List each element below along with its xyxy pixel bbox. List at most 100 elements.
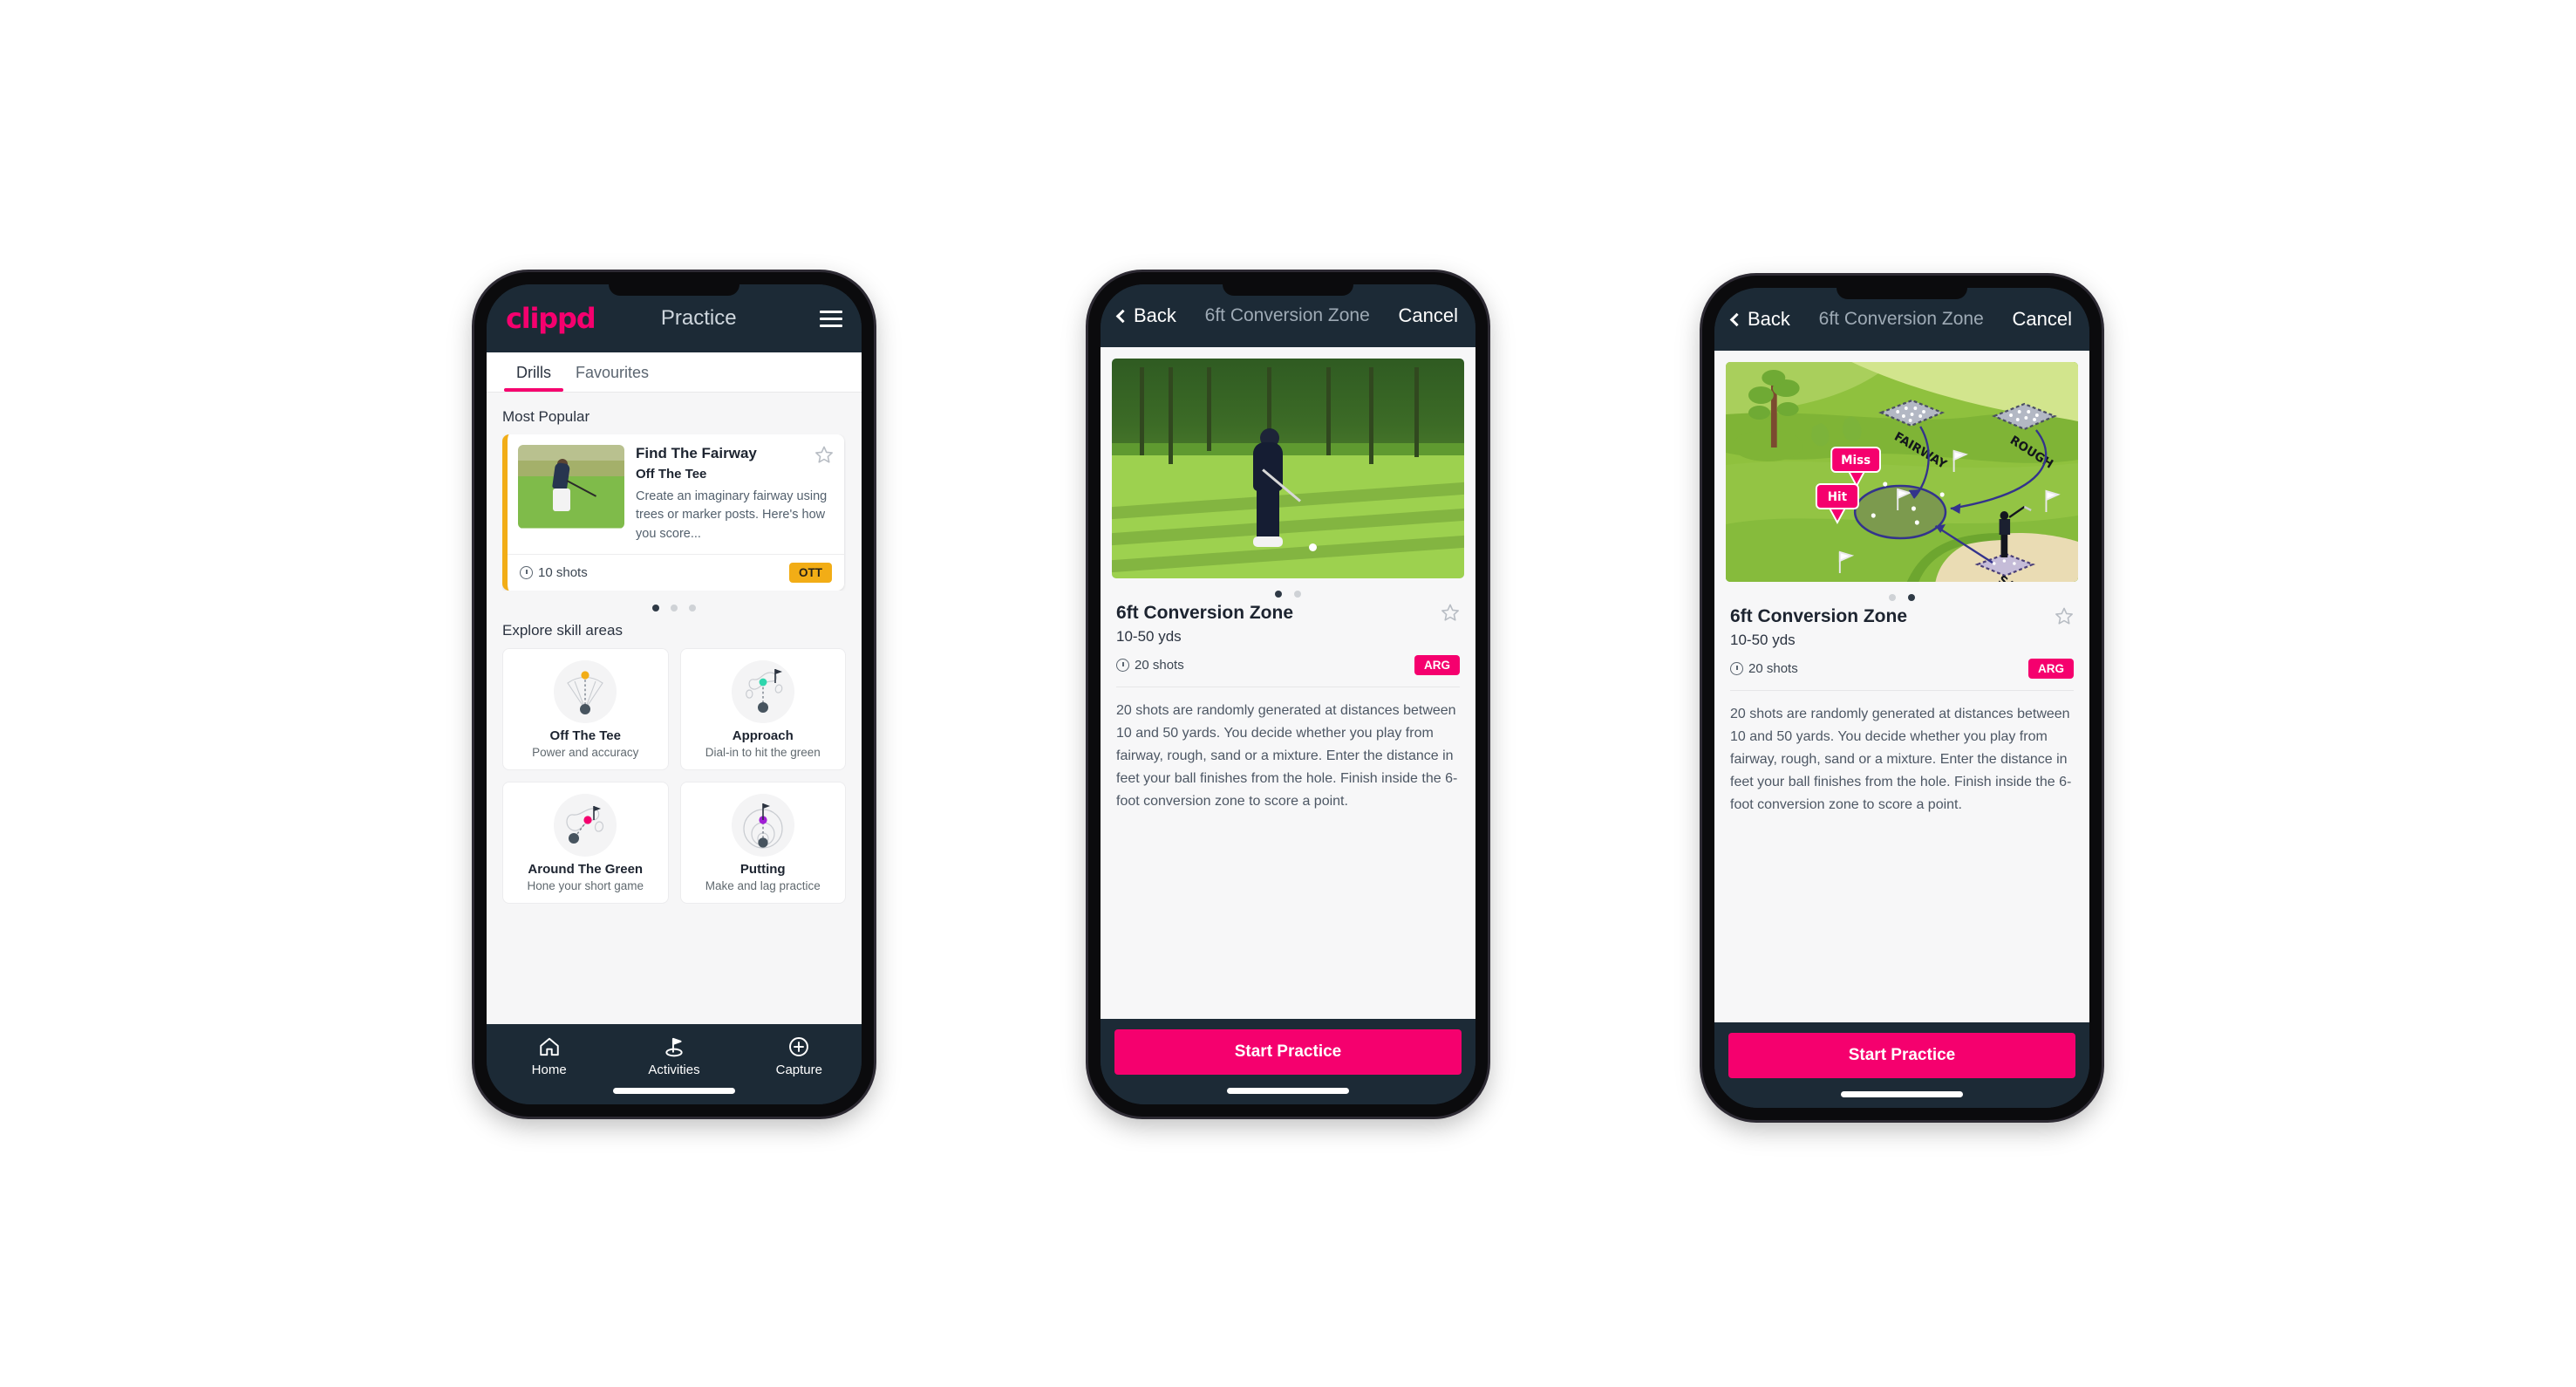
golf-course-illustration: FAIRWAY ROUGH Miss Hit (1726, 362, 2078, 582)
drill-detail-description: 20 shots are randomly generated at dista… (1116, 703, 1458, 809)
skill-areas-grid: Off The Tee Power and accuracy Approach … (502, 648, 846, 905)
notch (1223, 284, 1353, 296)
most-popular-carousel[interactable]: Find The Fairway Off The Tee Create an i… (502, 434, 846, 591)
drill-media-illustration[interactable]: FAIRWAY ROUGH Miss Hit (1726, 362, 2078, 582)
phone3-screen: Back 6ft Conversion Zone Cancel FAIRWAY … (1714, 288, 2089, 1108)
skill-card-around-the-green[interactable]: Around The Green Hone your short game (502, 782, 669, 905)
skill-card-putting[interactable]: Putting Make and lag practice (679, 782, 846, 905)
detail-title: 6ft Conversion Zone (1204, 305, 1370, 325)
nav-label: Capture (775, 1062, 822, 1077)
putting-rings-icon (731, 794, 794, 857)
drills-scroll-area[interactable]: Most Popular Find The Fairway Off The Te… (487, 393, 862, 1024)
media-dot-2[interactable] (1908, 594, 1915, 601)
drill-detail-title: 6ft Conversion Zone (1116, 603, 1294, 623)
chip-green-icon (554, 794, 617, 857)
phone1-screen: clippd Practice Drills Favourites Most P… (487, 284, 862, 1104)
back-button[interactable]: Back (1115, 304, 1176, 327)
drill-shots: 20 shots (1730, 661, 1798, 676)
skill-card-approach[interactable]: Approach Dial-in to hit the green (679, 648, 846, 771)
nav-label: Activities (648, 1062, 700, 1077)
phone-drill-detail-illustration: Back 6ft Conversion Zone Cancel FAIRWAY … (1702, 276, 2102, 1120)
detail-header: 6ft Conversion Zone 10-50 yds 20 shots A… (1101, 601, 1475, 675)
drill-shots-label: 10 shots (538, 565, 588, 581)
skill-desc: Hone your short game (527, 879, 644, 893)
notch (609, 284, 739, 296)
nav-item-home[interactable]: Home (487, 1035, 611, 1077)
drill-distance: 10-50 yds (1116, 628, 1182, 645)
hamburger-icon[interactable] (820, 310, 842, 327)
page-title: Practice (660, 306, 737, 330)
clock-icon (520, 566, 533, 580)
media-dots[interactable] (1101, 578, 1475, 601)
tab-favourites[interactable]: Favourites (563, 352, 661, 392)
tee-dispersion-icon (554, 660, 617, 724)
skill-desc: Power and accuracy (532, 746, 639, 760)
skill-name: Off The Tee (549, 728, 621, 744)
nav-label: Home (531, 1062, 567, 1077)
chevron-left-icon (1115, 309, 1130, 323)
most-popular-heading: Most Popular (502, 408, 590, 425)
drill-shots-label: 20 shots (1135, 658, 1184, 673)
svg-text:Miss: Miss (1841, 454, 1871, 468)
golf-flag-icon (611, 1035, 736, 1059)
media-dots[interactable] (1714, 582, 2089, 605)
back-button[interactable]: Back (1729, 308, 1790, 331)
skill-card-off-the-tee[interactable]: Off The Tee Power and accuracy (502, 648, 669, 771)
detail-body: 6ft Conversion Zone 10-50 yds 20 shots A… (1101, 347, 1475, 1019)
start-practice-button[interactable]: Start Practice (1114, 1029, 1462, 1075)
drill-detail-title: 6ft Conversion Zone (1730, 606, 1908, 626)
skill-name: Around The Green (528, 862, 644, 878)
notch (1837, 288, 1967, 299)
drill-card-find-the-fairway[interactable]: Find The Fairway Off The Tee Create an i… (502, 434, 844, 591)
back-label: Back (1748, 308, 1790, 330)
drill-shots: 20 shots (1116, 658, 1184, 673)
carousel-dot-2[interactable] (671, 605, 678, 612)
star-outline-icon[interactable] (814, 445, 834, 464)
approach-green-icon (731, 660, 794, 724)
media-dot-1[interactable] (1889, 594, 1896, 601)
carousel-dot-1[interactable] (652, 605, 659, 612)
carousel-dots[interactable] (502, 591, 846, 617)
drill-distance: 10-50 yds (1730, 632, 1796, 648)
star-outline-icon[interactable] (2055, 606, 2074, 625)
media-dot-1[interactable] (1275, 591, 1282, 598)
skill-desc: Make and lag practice (705, 879, 821, 893)
skill-name: Putting (739, 862, 786, 878)
drill-thumbnail (518, 445, 624, 529)
drill-card-body: Find The Fairway Off The Tee Create an i… (508, 434, 844, 554)
skill-name: Approach (732, 728, 794, 744)
tab-drills[interactable]: Drills (504, 352, 563, 392)
drill-subtitle: Off The Tee (636, 467, 707, 482)
cancel-button[interactable]: Cancel (1399, 304, 1458, 327)
home-indicator (1841, 1091, 1963, 1097)
chevron-left-icon (1729, 312, 1744, 326)
start-practice-button[interactable]: Start Practice (1728, 1033, 2075, 1078)
explore-skill-areas-heading: Explore skill areas (502, 622, 623, 639)
drill-detail-description: 20 shots are randomly generated at dista… (1730, 707, 2072, 812)
tab-bar: Drills Favourites (487, 352, 862, 393)
phone-drill-detail-photo: Back 6ft Conversion Zone Cancel 6ft Conv… (1088, 272, 1488, 1117)
star-outline-icon[interactable] (1441, 603, 1460, 622)
drill-shots: 10 shots (520, 565, 588, 580)
drill-shots-label: 20 shots (1748, 661, 1798, 676)
nav-item-activities[interactable]: Activities (611, 1035, 736, 1077)
svg-text:Hit: Hit (1828, 490, 1848, 504)
drill-description: Create an imaginary fairway using trees … (636, 489, 828, 541)
drill-text-block: Find The Fairway Off The Tee Create an i… (636, 445, 834, 543)
cancel-button[interactable]: Cancel (2013, 308, 2072, 331)
nav-item-capture[interactable]: Capture (737, 1035, 862, 1077)
drill-title: Find The Fairway (636, 445, 757, 461)
media-dot-2[interactable] (1294, 591, 1301, 598)
clock-icon (1730, 662, 1743, 675)
detail-body: FAIRWAY ROUGH Miss Hit 6ft Conversion Zo… (1714, 351, 2089, 1022)
back-label: Back (1134, 304, 1176, 326)
golfer-photo (1112, 359, 1464, 578)
detail-header: 6ft Conversion Zone 10-50 yds 20 shots A… (1714, 605, 2089, 679)
home-indicator (1227, 1088, 1349, 1094)
skill-badge-arg: ARG (2028, 659, 2074, 679)
phone2-screen: Back 6ft Conversion Zone Cancel 6ft Conv… (1101, 284, 1475, 1104)
drill-card-footer: 10 shots OTT (508, 554, 844, 591)
drill-media-photo[interactable] (1112, 359, 1464, 578)
skill-desc: Dial-in to hit the green (705, 746, 821, 760)
carousel-dot-3[interactable] (689, 605, 696, 612)
